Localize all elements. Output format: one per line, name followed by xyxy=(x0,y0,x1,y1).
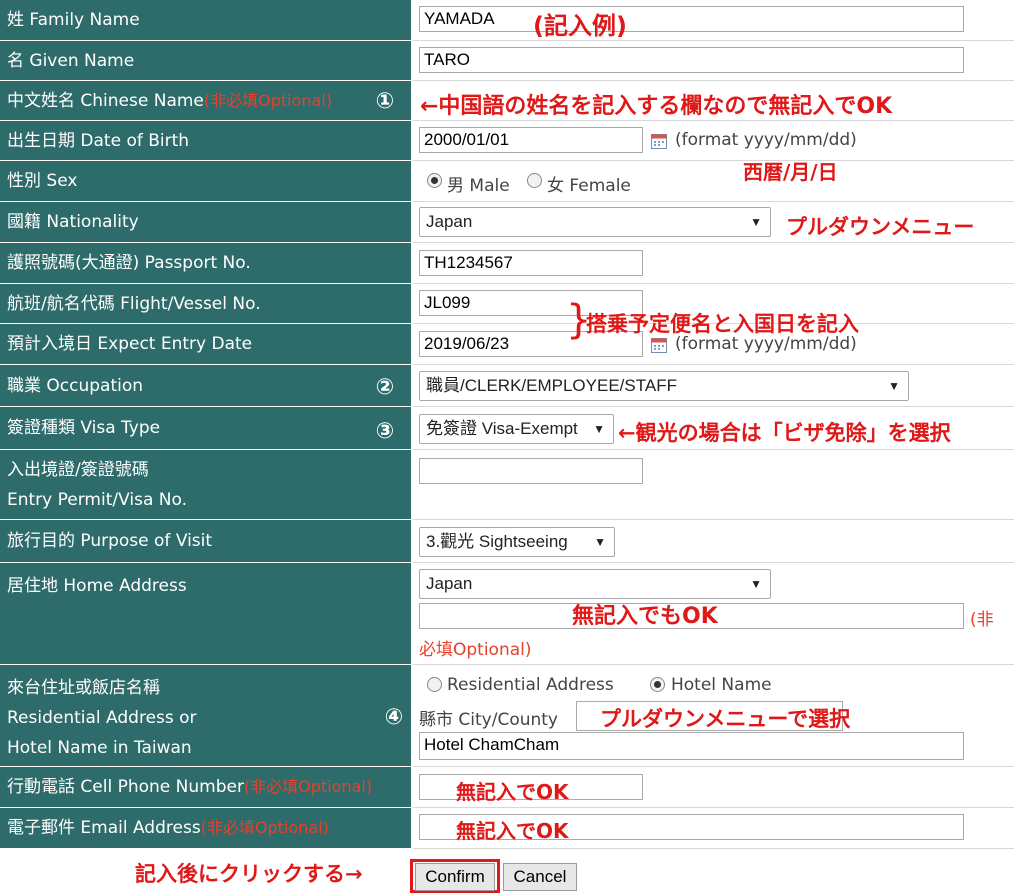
annotation-example: (記入例) xyxy=(533,12,627,40)
row-purpose: 旅行目的 Purpose of Visit 3.觀光 Sightseeing ▼ xyxy=(0,520,1014,563)
optional-note: (非必填Optional) xyxy=(200,818,329,837)
marker-3: ③ xyxy=(375,419,395,444)
label-taiwan-address: 來台住址或飯店名稱 Residential Address or Hotel N… xyxy=(0,665,411,767)
label-nationality: 國籍 Nationality xyxy=(0,202,411,243)
home-country-select[interactable]: Japan ▼ xyxy=(419,569,771,599)
label-entry-permit: 入出境證/簽證號碼 Entry Permit/Visa No. xyxy=(0,450,411,520)
annotation-flight: 搭乗予定便名と入国日を記入 xyxy=(586,312,859,336)
annotation-home-address: 無記入でもOK xyxy=(572,604,718,629)
marker-4: ④ xyxy=(384,705,404,730)
label-passport: 護照號碼(大通證) Passport No. xyxy=(0,243,411,284)
label-entry-date: 預計入境日 Expect Entry Date xyxy=(0,324,411,365)
row-entry-date: 預計入境日 Expect Entry Date 2019/06/23 (form… xyxy=(0,324,1014,365)
residential-address-radio[interactable] xyxy=(427,677,442,692)
sex-male-radio[interactable] xyxy=(427,173,442,188)
annotation-nationality: プルダウンメニュー xyxy=(786,215,975,239)
annotation-email: 無記入でOK xyxy=(456,819,569,843)
row-taiwan-address: 來台住址或飯店名稱 Residential Address or Hotel N… xyxy=(0,665,1014,767)
occupation-select[interactable]: 職員/CLERK/EMPLOYEE/STAFF ▼ xyxy=(419,371,909,401)
label-sex: 性別 Sex xyxy=(0,161,411,202)
row-family-name: 姓 Family Name YAMADA xyxy=(0,0,1014,41)
label-email: 電子郵件 Email Address(非必填Optional) xyxy=(0,808,411,849)
optional-note: (非必填Optional) xyxy=(203,90,333,110)
marker-1: ① xyxy=(375,89,395,114)
optional-note: (非必填Optional) xyxy=(243,777,373,796)
visa-type-select[interactable]: 免簽證 Visa-Exempt ▼ xyxy=(419,414,614,444)
sex-male-label: 男 Male xyxy=(447,176,510,196)
row-occupation: 職業 Occupation ② 職員/CLERK/EMPLOYEE/STAFF ▼ xyxy=(0,365,1014,407)
marker-2: ② xyxy=(375,375,395,400)
label-given-name: 名 Given Name xyxy=(0,41,411,81)
hotel-name-radio[interactable] xyxy=(650,677,665,692)
city-county-label: 縣市 City/County xyxy=(419,710,558,730)
label-date-of-birth: 出生日期 Date of Birth xyxy=(0,121,411,161)
cancel-button[interactable]: Cancel xyxy=(503,863,577,891)
row-entry-permit: 入出境證/簽證號碼 Entry Permit/Visa No. xyxy=(0,450,1014,520)
passport-input[interactable]: TH1234567 xyxy=(419,250,643,276)
dropdown-arrow-icon: ▼ xyxy=(888,379,900,393)
annotation-city: プルダウンメニューで選択 xyxy=(600,707,851,731)
row-date-of-birth: 出生日期 Date of Birth 2000/01/01 (format yy… xyxy=(0,121,1014,161)
home-address-optional-note: (非 xyxy=(970,610,994,630)
annotation-confirm: 記入後にクリックする→ xyxy=(135,862,363,886)
dob-format-hint: (format yyyy/mm/dd) xyxy=(675,130,857,150)
annotation-chinese-name: ←中国語の姓名を記入する欄なので無記入でOK xyxy=(420,94,893,119)
sex-female-radio[interactable] xyxy=(527,173,542,188)
annotation-visa: ←観光の場合は「ビザ免除」を選択 xyxy=(618,421,951,445)
entry-permit-input[interactable] xyxy=(419,458,643,484)
label-chinese-name: 中文姓名 Chinese Name(非必填Optional) xyxy=(0,81,411,121)
confirm-button[interactable]: Confirm xyxy=(415,863,495,891)
row-home-address: 居住地 Home Address Japan ▼ (非 必填Optional) xyxy=(0,563,1014,665)
annotation-dob: 西暦/月/日 xyxy=(743,160,838,184)
home-address-optional-note-2: 必填Optional) xyxy=(419,640,532,660)
hotel-name-label: Hotel Name xyxy=(671,675,772,695)
dropdown-arrow-icon: ▼ xyxy=(594,535,606,549)
annotation-phone: 無記入でOK xyxy=(456,780,569,804)
residential-address-label: Residential Address xyxy=(447,675,614,695)
hotel-name-input[interactable]: Hotel ChamCham xyxy=(419,732,964,760)
row-given-name: 名 Given Name TARO xyxy=(0,41,1014,81)
label-home-address: 居住地 Home Address xyxy=(0,563,411,665)
row-sex: 性別 Sex 男 Male 女 Female xyxy=(0,161,1014,202)
dropdown-arrow-icon: ▼ xyxy=(593,422,605,436)
dropdown-arrow-icon: ▼ xyxy=(750,215,762,229)
label-family-name: 姓 Family Name xyxy=(0,0,411,41)
label-visa-type: 簽證種類 Visa Type xyxy=(0,407,411,450)
label-cell-phone: 行動電話 Cell Phone Number(非必填Optional) xyxy=(0,767,411,808)
purpose-select[interactable]: 3.觀光 Sightseeing ▼ xyxy=(419,527,615,557)
label-flight: 航班/航名代碼 Flight/Vessel No. xyxy=(0,284,411,324)
calendar-icon[interactable] xyxy=(651,133,667,149)
given-name-input[interactable]: TARO xyxy=(419,47,964,73)
row-passport: 護照號碼(大通證) Passport No. TH1234567 xyxy=(0,243,1014,284)
nationality-select[interactable]: Japan ▼ xyxy=(419,207,771,237)
row-flight: 航班/航名代碼 Flight/Vessel No. JL099 xyxy=(0,284,1014,324)
dropdown-arrow-icon: ▼ xyxy=(750,577,762,591)
sex-female-label: 女 Female xyxy=(547,176,631,196)
label-occupation: 職業 Occupation xyxy=(0,365,411,407)
calendar-icon[interactable] xyxy=(651,337,667,353)
label-purpose: 旅行目的 Purpose of Visit xyxy=(0,520,411,563)
dob-input[interactable]: 2000/01/01 xyxy=(419,127,643,153)
family-name-input[interactable]: YAMADA xyxy=(419,6,964,32)
